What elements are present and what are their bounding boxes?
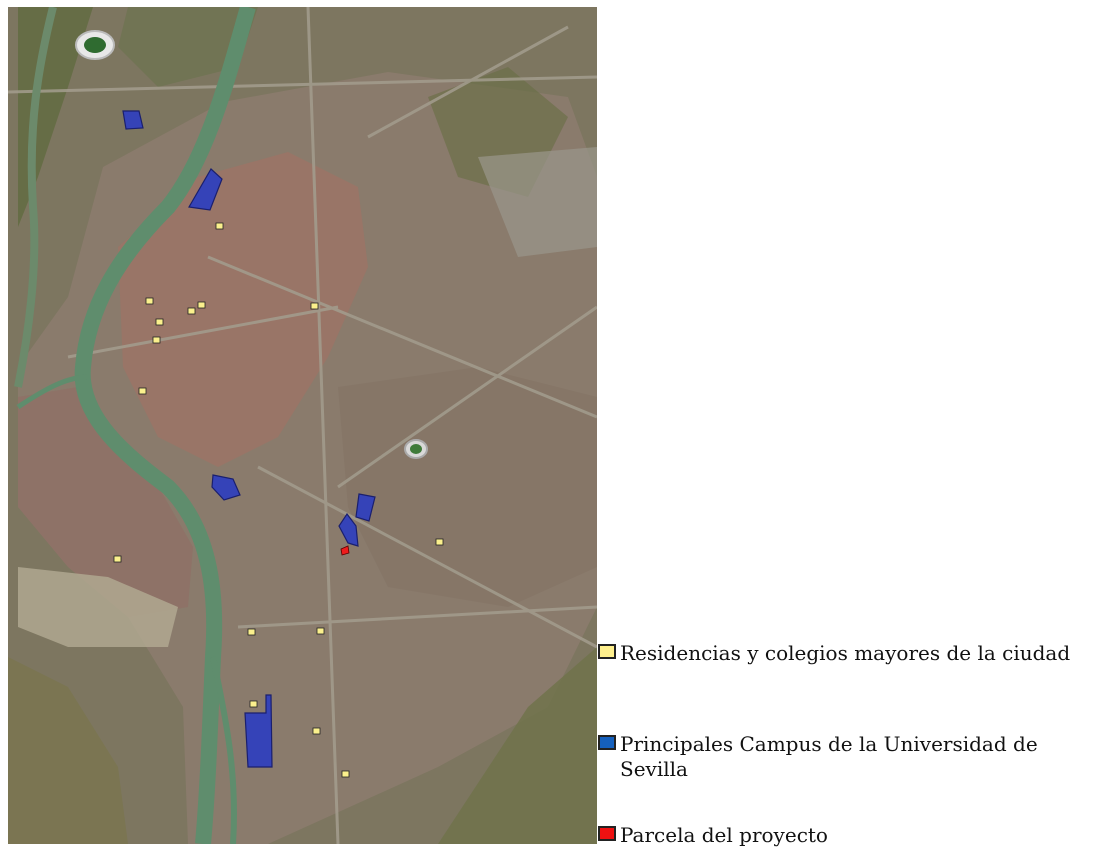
legend-item-campus: Principales Campus de la Universidad de … <box>598 732 1078 782</box>
legend-swatch-blue <box>598 735 616 750</box>
legend-swatch-red <box>598 826 616 841</box>
legend-label-parcel: Parcela del proyecto <box>620 823 828 847</box>
legend-item-residences: Residencias y colegios mayores de la ciu… <box>598 641 1078 666</box>
legend-item-parcel: Parcela del proyecto <box>598 823 1078 848</box>
legend-label-campus: Principales Campus de la Universidad de … <box>620 732 1038 781</box>
aerial-map-svg <box>8 7 597 844</box>
legend-swatch-yellow <box>598 644 616 659</box>
legend-label-residences: Residencias y colegios mayores de la ciu… <box>620 641 1071 665</box>
aerial-map <box>8 7 597 844</box>
page: Residencias y colegios mayores de la ciu… <box>0 0 1111 855</box>
